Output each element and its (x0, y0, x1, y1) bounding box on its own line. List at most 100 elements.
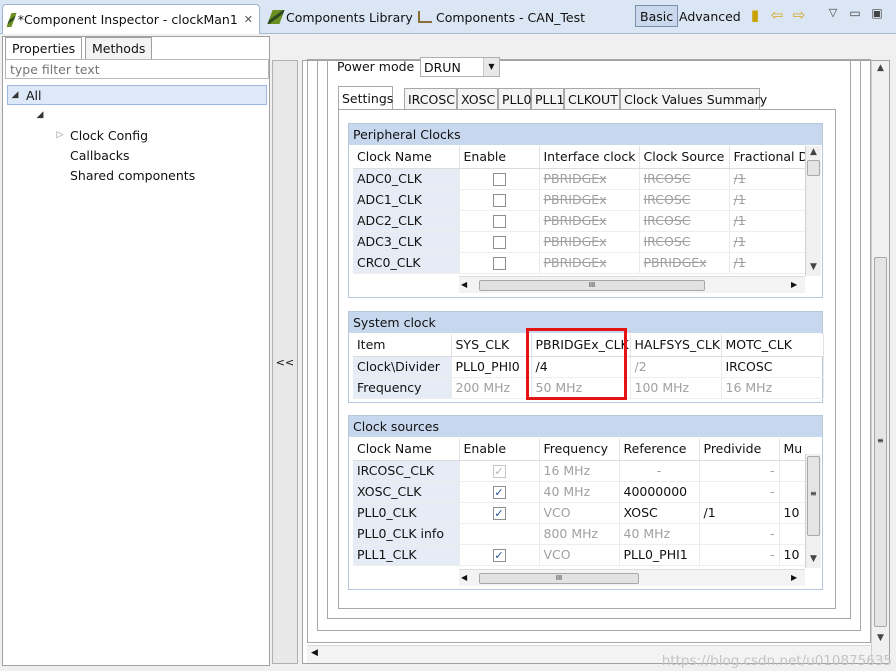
tab-clkout[interactable]: CLKOUT (564, 88, 620, 109)
scroll-up-icon[interactable]: ▲ (806, 147, 821, 157)
tree-item-callbacks[interactable]: Callbacks (7, 145, 267, 165)
scroll-up-icon[interactable]: ▲ (872, 63, 889, 73)
collapse-panel-button[interactable]: << (272, 60, 298, 664)
main-vertical-scrollbar[interactable]: ▲ ≡ ▼ (871, 61, 889, 663)
tab-xosc[interactable]: XOSC (457, 88, 498, 109)
column-header[interactable]: Clock Source (639, 146, 730, 169)
scroll-down-icon[interactable]: ▼ (806, 262, 821, 272)
multiplier: - (779, 460, 805, 482)
forward-arrow-icon[interactable]: ⇨ (790, 6, 808, 24)
column-header[interactable]: Enable (459, 438, 540, 461)
column-header[interactable]: Mu (779, 438, 805, 461)
peripheral-vertical-scrollbar[interactable]: ▲ ▼ (805, 146, 821, 276)
scroll-left-icon[interactable]: ◀ (461, 573, 467, 582)
scroll-right-icon[interactable]: ▶ (791, 573, 797, 582)
scroll-thumb[interactable] (807, 160, 820, 176)
enable-checkbox[interactable] (492, 236, 506, 249)
sys-clk-value: 200 MHz (451, 377, 532, 399)
expanded-triangle-icon[interactable]: ◢ (33, 110, 47, 120)
scroll-left-icon[interactable]: ◀ (461, 280, 467, 289)
power-mode-select[interactable]: DRUN ▼ (420, 57, 500, 77)
collapsed-triangle-icon[interactable]: ▷ (53, 130, 67, 140)
scroll-thumb[interactable]: ≡ (807, 456, 820, 536)
minimize-icon[interactable]: ▭ (846, 6, 864, 20)
reference[interactable]: 40000000 (619, 481, 700, 503)
tab-components-library[interactable]: Components Library (264, 4, 419, 30)
column-header[interactable]: Enable (459, 146, 540, 169)
enable-checkbox[interactable] (492, 173, 506, 186)
editor-tab-bar: *Component Inspector - clockMan1 ✕ Compo… (0, 0, 896, 34)
table-row: CRC0_CLK PBRIDGEx PBRIDGEx /1 (353, 252, 805, 274)
tab-methods[interactable]: Methods (85, 37, 153, 59)
scroll-thumb[interactable]: ≡ (874, 257, 887, 627)
reference[interactable]: PLL0_PHI1 (619, 544, 700, 566)
tree-item-all[interactable]: ◢ All (7, 85, 267, 105)
basic-button[interactable]: Basic (635, 5, 679, 27)
fractional-divider: /1 (729, 252, 805, 274)
predivide[interactable]: /1 (699, 502, 780, 524)
enable-checkbox[interactable]: ✓ (492, 549, 506, 562)
scroll-down-icon[interactable]: ▼ (806, 554, 821, 564)
maximize-icon[interactable]: ▣ (868, 6, 886, 20)
tab-settings[interactable]: Settings (338, 86, 393, 109)
tree-item-clock-config[interactable]: ▷ Clock Config (7, 125, 267, 145)
column-header[interactable]: MOTC_CLK (721, 334, 824, 357)
motc-clk-value[interactable]: IRCOSC (721, 356, 824, 378)
item-name: Frequency (353, 377, 452, 399)
column-header[interactable]: Interface clock (539, 146, 640, 169)
column-header[interactable]: SYS_CLK (451, 334, 532, 357)
peripheral-horizontal-scrollbar[interactable]: ◀ III ▶ (459, 276, 805, 293)
back-arrow-icon[interactable]: ⇦ (768, 6, 786, 24)
expanded-triangle-icon[interactable]: ◢ (8, 90, 22, 100)
clock-sources-table: Clock Name Enable Frequency Reference Pr… (353, 438, 805, 566)
multiplier: - (779, 481, 805, 503)
tab-pll0[interactable]: PLL0 (498, 88, 531, 109)
clock-source: IRCOSC (639, 189, 730, 211)
tree-item-unnamed[interactable]: ◢ (7, 105, 267, 125)
scroll-thumb[interactable]: III (479, 573, 639, 584)
tab-components-can-test[interactable]: Components - CAN_Test (412, 4, 591, 30)
enable-checkbox[interactable]: ✓ (492, 507, 506, 520)
column-header[interactable]: Clock Name (353, 438, 460, 461)
column-header[interactable]: Frequency (539, 438, 620, 461)
tab-clock-values-summary[interactable]: Clock Values Summary (620, 88, 767, 109)
tab-pll1[interactable]: PLL1 (531, 88, 564, 109)
tab-properties[interactable]: Properties (5, 37, 83, 59)
new-note-icon[interactable]: ▮ (746, 6, 764, 24)
scroll-left-icon[interactable]: ◀ (311, 648, 318, 658)
reference[interactable]: XOSC (619, 502, 700, 524)
scroll-down-icon[interactable]: ▼ (872, 633, 889, 643)
view-menu-icon[interactable]: ▽ (824, 6, 842, 19)
column-header[interactable]: Reference (619, 438, 700, 461)
enable-checkbox[interactable]: ✓ (492, 486, 506, 499)
close-icon[interactable]: ✕ (244, 13, 253, 26)
enable-checkbox[interactable] (492, 215, 506, 228)
multiplier[interactable]: 10 (779, 544, 805, 566)
advanced-button[interactable]: Advanced (675, 5, 745, 27)
sources-vertical-scrollbar[interactable]: ≡ ▼ (805, 454, 821, 568)
tree-item-shared-components[interactable]: Shared components (7, 165, 267, 185)
column-header[interactable]: Predivide (699, 438, 780, 461)
components-tree-icon (418, 11, 432, 23)
column-header[interactable]: Item (353, 334, 452, 357)
frequency: 40 MHz (539, 481, 620, 503)
watermark: https://blog.csdn.net/u010875635 (661, 653, 892, 669)
column-header[interactable]: HALFSYS_CLK (630, 334, 722, 357)
sources-horizontal-scrollbar[interactable]: ◀ III ▶ (459, 569, 805, 586)
enable-checkbox[interactable] (492, 257, 506, 270)
tab-component-inspector[interactable]: *Component Inspector - clockMan1 ✕ (2, 4, 260, 34)
scroll-thumb[interactable]: III (479, 280, 705, 291)
column-header[interactable]: Clock Name (353, 146, 460, 169)
clock-name: PLL0_CLK (353, 502, 460, 524)
tab-ircosc[interactable]: IRCOSC (404, 88, 457, 109)
sys-clk-value[interactable]: PLL0_PHI0 (451, 356, 532, 378)
scroll-right-icon[interactable]: ▶ (791, 280, 797, 289)
column-header[interactable]: Fractional D (729, 146, 805, 169)
dropdown-arrow-icon[interactable]: ▼ (483, 58, 499, 76)
enable-checkbox[interactable] (492, 194, 506, 207)
predivide: - (699, 523, 780, 545)
filter-input[interactable] (5, 59, 269, 79)
clock-name: IRCOSC_CLK (353, 460, 460, 482)
highlight-box (526, 328, 627, 400)
multiplier[interactable]: 10 (779, 502, 805, 524)
